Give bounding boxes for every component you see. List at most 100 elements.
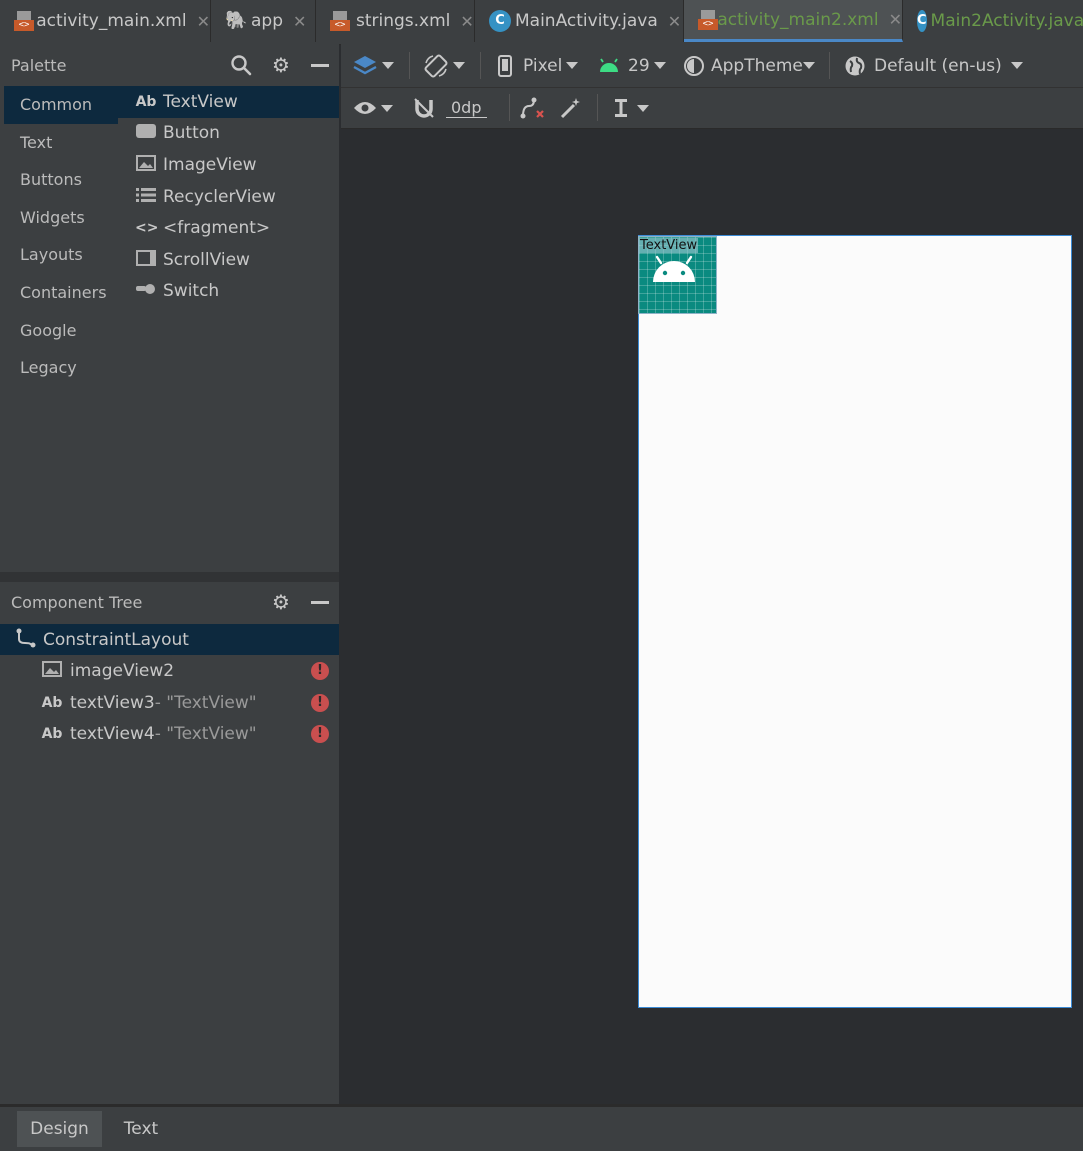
margin-value: 0dp xyxy=(446,98,487,118)
minimize-icon[interactable] xyxy=(309,591,331,613)
view-options-button[interactable] xyxy=(353,88,393,128)
infer-constraints-button[interactable] xyxy=(559,88,583,128)
textview-icon: Ab xyxy=(135,93,157,110)
close-icon[interactable]: ✕ xyxy=(889,10,902,29)
guidelines-button[interactable] xyxy=(613,88,649,128)
palette-item-switch[interactable]: Switch xyxy=(118,276,339,308)
globe-icon xyxy=(845,56,865,75)
autoconnect-toggle[interactable] xyxy=(413,88,435,128)
tree-node-text: - "TextView" xyxy=(154,692,257,713)
error-icon[interactable]: ! xyxy=(311,661,329,680)
magic-wand-icon xyxy=(560,98,580,119)
chevron-down-icon xyxy=(381,104,393,112)
editor-tab-bar: activity_main.xml ✕ 🐘 app ✕ strings.xml … xyxy=(0,0,1083,45)
xml-file-icon xyxy=(14,10,35,32)
image-icon xyxy=(135,154,157,175)
phone-icon xyxy=(498,54,512,77)
constraint-layout-icon xyxy=(14,627,38,653)
search-icon[interactable] xyxy=(230,54,252,76)
palette-item-button[interactable]: Button xyxy=(118,118,339,150)
theme-icon xyxy=(684,55,704,76)
tab-strings-xml[interactable]: strings.xml ✕ xyxy=(316,0,475,42)
palette-item-label: TextView xyxy=(163,91,238,112)
toolbar-divider xyxy=(480,52,481,79)
textview-icon: Ab xyxy=(41,694,63,711)
palette-title: Palette xyxy=(11,55,67,75)
palette-category-layouts[interactable]: Layouts xyxy=(4,236,118,274)
palette-category-widgets[interactable]: Widgets xyxy=(4,199,118,237)
error-icon[interactable]: ! xyxy=(311,693,329,712)
tab-label: strings.xml xyxy=(356,11,451,31)
tab-label: activity_main.xml xyxy=(36,11,187,31)
orientation-button[interactable] xyxy=(423,44,465,87)
error-icon[interactable]: ! xyxy=(311,724,329,743)
component-tree-title: Component Tree xyxy=(11,592,143,612)
xml-file-icon xyxy=(698,9,719,31)
palette-category-common[interactable]: Common xyxy=(4,86,118,124)
palette-item-recyclerview[interactable]: RecyclerView xyxy=(118,181,339,213)
design-surface-button[interactable] xyxy=(352,44,394,87)
toolbar-divider xyxy=(409,52,410,79)
magnet-off-icon xyxy=(414,98,434,118)
java-class-icon: C xyxy=(489,10,511,32)
tab-activity-main2-xml[interactable]: activity_main2.xml ✕ xyxy=(684,0,903,42)
close-icon[interactable]: ✕ xyxy=(460,12,473,31)
tree-node-imageview2[interactable]: imageView2 ! xyxy=(0,655,339,686)
palette-header: Palette ⚙ xyxy=(0,44,339,86)
eye-icon xyxy=(354,102,376,114)
palette-item-label: Button xyxy=(163,123,220,144)
device-label: Pixel xyxy=(523,55,563,76)
palette-category-list: Common Text Buttons Widgets Layouts Cont… xyxy=(4,86,118,387)
palette-category-containers[interactable]: Containers xyxy=(4,274,118,312)
tab-design[interactable]: Design xyxy=(17,1111,102,1147)
tab-mainactivity-java[interactable]: C MainActivity.java ✕ xyxy=(475,0,684,42)
api-level-selector[interactable]: 29 xyxy=(598,44,666,87)
default-margin-button[interactable]: 0dp xyxy=(446,88,487,128)
close-icon[interactable]: ✕ xyxy=(293,12,306,31)
close-icon[interactable]: ✕ xyxy=(197,12,210,31)
theme-selector[interactable]: AppTheme xyxy=(683,44,815,87)
gear-icon[interactable]: ⚙ xyxy=(270,54,292,76)
palette-category-legacy[interactable]: Legacy xyxy=(4,349,118,387)
layers-icon xyxy=(353,55,377,74)
tab-text[interactable]: Text xyxy=(103,1111,179,1147)
clear-constraints-button[interactable] xyxy=(520,88,546,128)
close-icon[interactable]: ✕ xyxy=(668,12,681,31)
tab-activity-main-xml[interactable]: activity_main.xml ✕ xyxy=(0,0,211,42)
tab-label: Main2Activity.java xyxy=(930,11,1083,31)
chevron-down-icon xyxy=(637,104,649,112)
tab-label: MainActivity.java xyxy=(515,11,658,31)
chevron-down-icon xyxy=(566,62,579,69)
palette-item-label: ScrollView xyxy=(163,249,250,270)
palette-item-fragment[interactable]: <> <fragment> xyxy=(118,212,339,244)
palette-item-label: ImageView xyxy=(163,154,257,175)
switch-icon xyxy=(135,281,157,301)
palette-item-textview[interactable]: Ab TextView xyxy=(118,86,339,118)
tab-app[interactable]: 🐘 app ✕ xyxy=(211,0,316,42)
rotate-device-icon xyxy=(424,54,448,77)
preview-textview[interactable]: TextView xyxy=(639,238,699,253)
editor-mode-tabs: Design Text xyxy=(0,1104,1083,1151)
guideline-icon xyxy=(615,99,627,117)
gear-icon[interactable]: ⚙ xyxy=(270,591,292,613)
tree-node-constraintlayout[interactable]: ConstraintLayout xyxy=(0,624,339,655)
tree-node-textview3[interactable]: Ab textView3 - "TextView" ! xyxy=(0,687,339,718)
panel-splitter[interactable] xyxy=(0,572,339,582)
palette-category-text[interactable]: Text xyxy=(4,124,118,162)
button-icon xyxy=(135,123,157,143)
palette-item-scrollview[interactable]: ScrollView xyxy=(118,244,339,276)
palette-item-label: <fragment> xyxy=(163,218,271,239)
palette-item-imageview[interactable]: ImageView xyxy=(118,149,339,181)
device-preview[interactable] xyxy=(638,235,1072,1008)
palette-category-google[interactable]: Google xyxy=(4,312,118,350)
locale-selector[interactable]: Default (en-us) xyxy=(844,44,1023,87)
toolbar-divider xyxy=(829,52,830,79)
palette-category-buttons[interactable]: Buttons xyxy=(4,161,118,199)
device-selector[interactable]: Pixel xyxy=(498,44,579,87)
layout-toolbar: 0dp xyxy=(341,88,1083,129)
tab-main2activity-java[interactable]: C Main2Activity.java xyxy=(903,0,1083,42)
tree-node-textview4[interactable]: Ab textView4 - "TextView" ! xyxy=(0,718,339,749)
image-icon xyxy=(41,660,63,681)
textview-icon: Ab xyxy=(41,725,63,742)
minimize-icon[interactable] xyxy=(309,54,331,76)
